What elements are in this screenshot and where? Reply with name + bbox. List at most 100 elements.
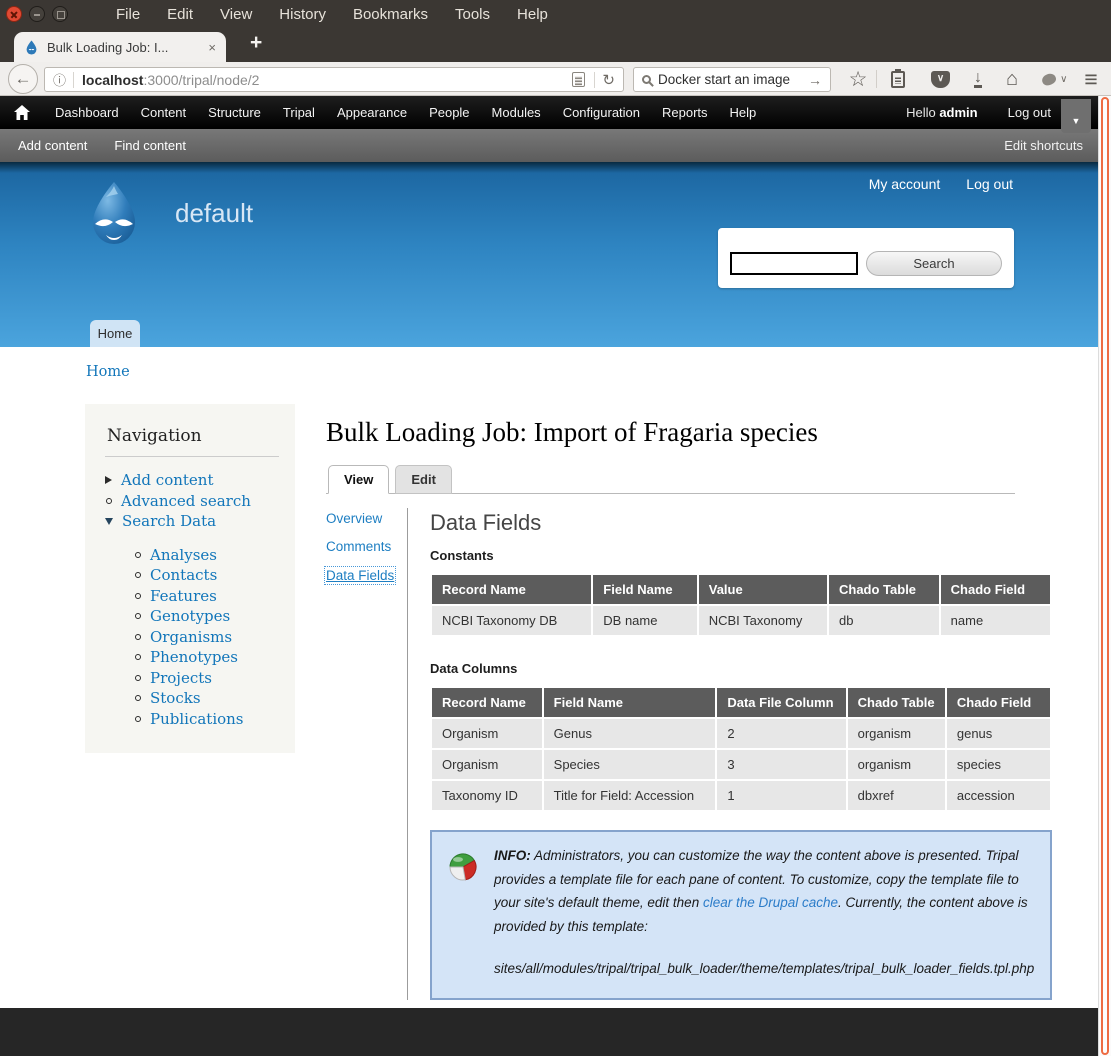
sidebar-link[interactable]: Stocks <box>150 688 201 709</box>
window-close-icon[interactable] <box>6 6 22 22</box>
my-account-link[interactable]: My account <box>869 176 941 192</box>
clear-cache-link[interactable]: clear the Drupal cache <box>703 895 838 910</box>
header-logout-link[interactable]: Log out <box>966 176 1013 192</box>
scrollbar-thumb[interactable] <box>1101 97 1109 1055</box>
menu-tools[interactable]: Tools <box>455 6 490 23</box>
sidebar-link[interactable]: Genotypes <box>150 606 230 627</box>
refresh-icon[interactable]: ↻ <box>602 71 615 89</box>
url-separator <box>73 72 74 88</box>
shortcut-add-content[interactable]: Add content <box>18 138 87 153</box>
drupal-logo[interactable] <box>82 181 146 249</box>
menu-file[interactable]: File <box>116 6 140 23</box>
admin-item-structure[interactable]: Structure <box>197 105 272 120</box>
section-title: Data Fields <box>430 510 1052 536</box>
sidebar-item-phenotypes[interactable]: Phenotypes <box>134 647 279 668</box>
breadcrumb-home-link[interactable]: Home <box>86 364 130 380</box>
window-maximize-icon[interactable] <box>52 6 68 22</box>
window-minimize-icon[interactable] <box>29 6 45 22</box>
site-search-input[interactable] <box>730 252 858 275</box>
menu-history[interactable]: History <box>279 6 326 23</box>
sidebar-item-publications[interactable]: Publications <box>134 709 279 730</box>
reader-mode-icon[interactable] <box>572 72 585 87</box>
admin-item-appearance[interactable]: Appearance <box>326 105 418 120</box>
downloads-icon[interactable]: ↓ <box>974 71 982 88</box>
toolbar-toggle-button[interactable]: ▼ <box>1061 99 1091 133</box>
tab-close-icon[interactable]: × <box>208 41 216 54</box>
sidebar-link[interactable]: Contacts <box>150 565 217 586</box>
sidebar-link[interactable]: Projects <box>150 668 212 689</box>
cell: DB name <box>592 605 697 636</box>
cell: name <box>940 605 1052 636</box>
edit-shortcuts-link[interactable]: Edit shortcuts <box>1004 138 1083 153</box>
shortcut-find-content[interactable]: Find content <box>114 138 186 153</box>
back-button[interactable]: ← <box>8 64 38 94</box>
browser-search-bar[interactable]: Docker start an image → <box>633 67 831 92</box>
subnav-comments-link[interactable]: Comments <box>326 539 407 554</box>
admin-home-icon[interactable] <box>14 105 30 120</box>
sidebar-item-features[interactable]: Features <box>134 586 279 607</box>
sidebar-link[interactable]: Phenotypes <box>150 647 238 668</box>
home-icon[interactable]: ⌂ <box>1006 68 1018 91</box>
data-columns-label: Data Columns <box>430 661 1052 676</box>
admin-item-modules[interactable]: Modules <box>481 105 552 120</box>
bookmark-star-icon[interactable]: ☆ <box>840 67 876 92</box>
extension-icon[interactable] <box>1041 71 1058 86</box>
sidebar-link[interactable]: Search Data <box>122 511 216 532</box>
sidebar-item-projects[interactable]: Projects <box>134 668 279 689</box>
hamburger-menu-icon[interactable]: ≡ <box>1084 66 1097 93</box>
main-menu-home-tab[interactable]: Home <box>90 320 140 347</box>
scrollbar[interactable] <box>1098 96 1111 1056</box>
sidebar-item-stocks[interactable]: Stocks <box>134 688 279 709</box>
browser-window: File Edit View History Bookmarks Tools H… <box>0 0 1111 1056</box>
pane-subnav: Overview Comments Data Fields <box>326 508 408 1000</box>
admin-item-tripal[interactable]: Tripal <box>272 105 326 120</box>
sidebar-item-genotypes[interactable]: Genotypes <box>134 606 279 627</box>
table-header-row: Record Name Field Name Value Chado Table… <box>431 574 1051 605</box>
col-header: Chado Table <box>847 687 946 718</box>
sidebar-item-search-data[interactable]: Search Data <box>105 511 279 532</box>
bullet-icon <box>135 552 141 558</box>
sidebar-item-analyses[interactable]: Analyses <box>134 545 279 566</box>
tab-view[interactable]: View <box>328 465 389 494</box>
sidebar-item-advanced-search[interactable]: Advanced search <box>105 491 279 512</box>
sidebar-link[interactable]: Advanced search <box>121 491 251 512</box>
search-query[interactable]: Docker start an image <box>658 72 801 87</box>
table-row: NCBI Taxonomy DB DB name NCBI Taxonomy d… <box>431 605 1051 636</box>
sidebar-link[interactable]: Publications <box>150 709 244 730</box>
admin-logout-link[interactable]: Log out <box>1008 105 1051 120</box>
admin-item-dashboard[interactable]: Dashboard <box>44 105 130 120</box>
chevron-down-icon[interactable]: ∨ <box>1060 74 1067 85</box>
collapsed-arrow-icon[interactable] <box>105 476 112 484</box>
subnav-data-fields-link[interactable]: Data Fields <box>325 567 395 584</box>
sidebar-item-contacts[interactable]: Contacts <box>134 565 279 586</box>
menu-view[interactable]: View <box>220 6 252 23</box>
admin-item-configuration[interactable]: Configuration <box>552 105 651 120</box>
sidebar-item-organisms[interactable]: Organisms <box>134 627 279 648</box>
admin-item-people[interactable]: People <box>418 105 480 120</box>
pocket-icon[interactable]: ∨ <box>931 71 950 88</box>
search-go-icon[interactable]: → <box>808 72 822 88</box>
admin-item-help[interactable]: Help <box>719 105 768 120</box>
menu-help[interactable]: Help <box>517 6 548 23</box>
site-info-icon[interactable]: ⓘ <box>53 70 66 89</box>
site-search-button[interactable]: Search <box>866 251 1002 276</box>
bookmarks-list-icon[interactable] <box>891 71 905 88</box>
admin-item-reports[interactable]: Reports <box>651 105 719 120</box>
url-bar[interactable]: ⓘ localhost:3000/tripal/node/2 ↻ <box>44 67 624 92</box>
new-tab-button[interactable]: + <box>240 31 272 55</box>
menu-bookmarks[interactable]: Bookmarks <box>353 6 428 23</box>
site-name[interactable]: default <box>175 198 253 229</box>
browser-tab[interactable]: Bulk Loading Job: I... × <box>14 32 226 62</box>
expanded-arrow-icon[interactable] <box>105 518 113 525</box>
admin-item-content[interactable]: Content <box>130 105 198 120</box>
constants-table: Record Name Field Name Value Chado Table… <box>430 573 1052 637</box>
sidebar-link[interactable]: Analyses <box>150 545 217 566</box>
sidebar-link[interactable]: Add content <box>121 470 214 491</box>
subnav-overview-link[interactable]: Overview <box>326 511 407 526</box>
sidebar-link[interactable]: Features <box>150 586 217 607</box>
menu-edit[interactable]: Edit <box>167 6 193 23</box>
sidebar-item-add-content[interactable]: Add content <box>105 470 279 491</box>
sidebar-link[interactable]: Organisms <box>150 627 232 648</box>
tab-edit[interactable]: Edit <box>395 465 452 494</box>
admin-menu: Dashboard Content Structure Tripal Appea… <box>44 105 767 120</box>
